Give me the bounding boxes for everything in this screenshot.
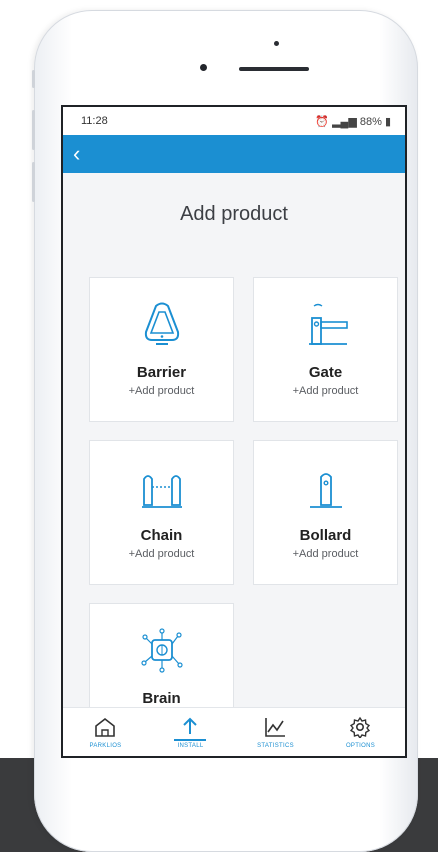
battery-icon: ▮ xyxy=(384,116,391,128)
product-name: Gate xyxy=(308,364,343,381)
gate-icon xyxy=(308,303,348,345)
chain-icon xyxy=(141,475,182,508)
product-name: Barrier xyxy=(136,364,187,381)
front-camera xyxy=(200,64,207,71)
volume-up-button xyxy=(32,110,35,150)
active-tab-indicator xyxy=(174,739,206,741)
product-card-chain[interactable]: Chain +Add product xyxy=(89,440,234,585)
chevron-left-icon: ‹ xyxy=(73,141,81,166)
tab-label: INSTALL xyxy=(177,743,204,749)
signal-icon: ▂▄▆ xyxy=(332,116,357,128)
barrier-icon xyxy=(144,302,179,345)
product-name: Brain xyxy=(142,690,181,707)
tab-install[interactable]: INSTALL xyxy=(148,708,233,756)
tab-parklios[interactable]: PARKLIOS xyxy=(63,708,148,756)
tab-label: OPTIONS xyxy=(345,743,376,749)
tab-label: STATISTICS xyxy=(257,743,294,749)
volume-down-button xyxy=(32,162,35,202)
home-button[interactable] xyxy=(247,780,307,840)
bollard-icon xyxy=(309,473,342,508)
gear-icon xyxy=(349,716,371,738)
add-product-link[interactable]: +Add product xyxy=(90,385,233,397)
add-product-link[interactable]: +Add product xyxy=(254,548,397,560)
bottom-tab-bar: PARKLIOS INSTALL STATISTICS OPTIONS xyxy=(63,707,405,756)
status-bar: 11:28 ⏰ ▂▄▆ 88% ▮ xyxy=(63,107,405,135)
earpiece-speaker xyxy=(239,67,309,71)
status-indicators: ⏰ ▂▄▆ 88% ▮ xyxy=(315,115,391,128)
add-product-link[interactable]: +Add product xyxy=(90,548,233,560)
add-product-link[interactable]: +Add product xyxy=(254,385,397,397)
tab-label: PARKLIOS xyxy=(89,743,122,749)
tab-statistics[interactable]: STATISTICS xyxy=(233,708,318,756)
product-card-barrier[interactable]: Barrier +Add product xyxy=(89,277,234,422)
product-card-bollard[interactable]: Bollard +Add product xyxy=(253,440,398,585)
alarm-icon: ⏰ xyxy=(315,116,329,128)
home-icon xyxy=(95,717,115,737)
brain-chip-icon xyxy=(140,628,183,673)
tab-options[interactable]: OPTIONS xyxy=(318,708,403,756)
back-button[interactable]: ‹ xyxy=(73,141,101,167)
app-bar: ‹ xyxy=(63,135,405,173)
battery-level: 88% xyxy=(359,116,382,128)
chart-icon xyxy=(265,718,285,737)
mute-switch xyxy=(32,70,35,88)
product-name: Bollard xyxy=(299,527,352,544)
app-screen: 11:28 ⏰ ▂▄▆ 88% ▮ ‹ Add product Barrier … xyxy=(61,105,407,758)
product-card-gate[interactable]: Gate +Add product xyxy=(253,277,398,422)
product-name: Chain xyxy=(140,527,183,544)
proximity-sensor xyxy=(274,41,279,46)
status-time: 11:28 xyxy=(81,115,108,127)
upload-icon xyxy=(183,717,197,734)
page-title: Add product xyxy=(180,203,288,225)
